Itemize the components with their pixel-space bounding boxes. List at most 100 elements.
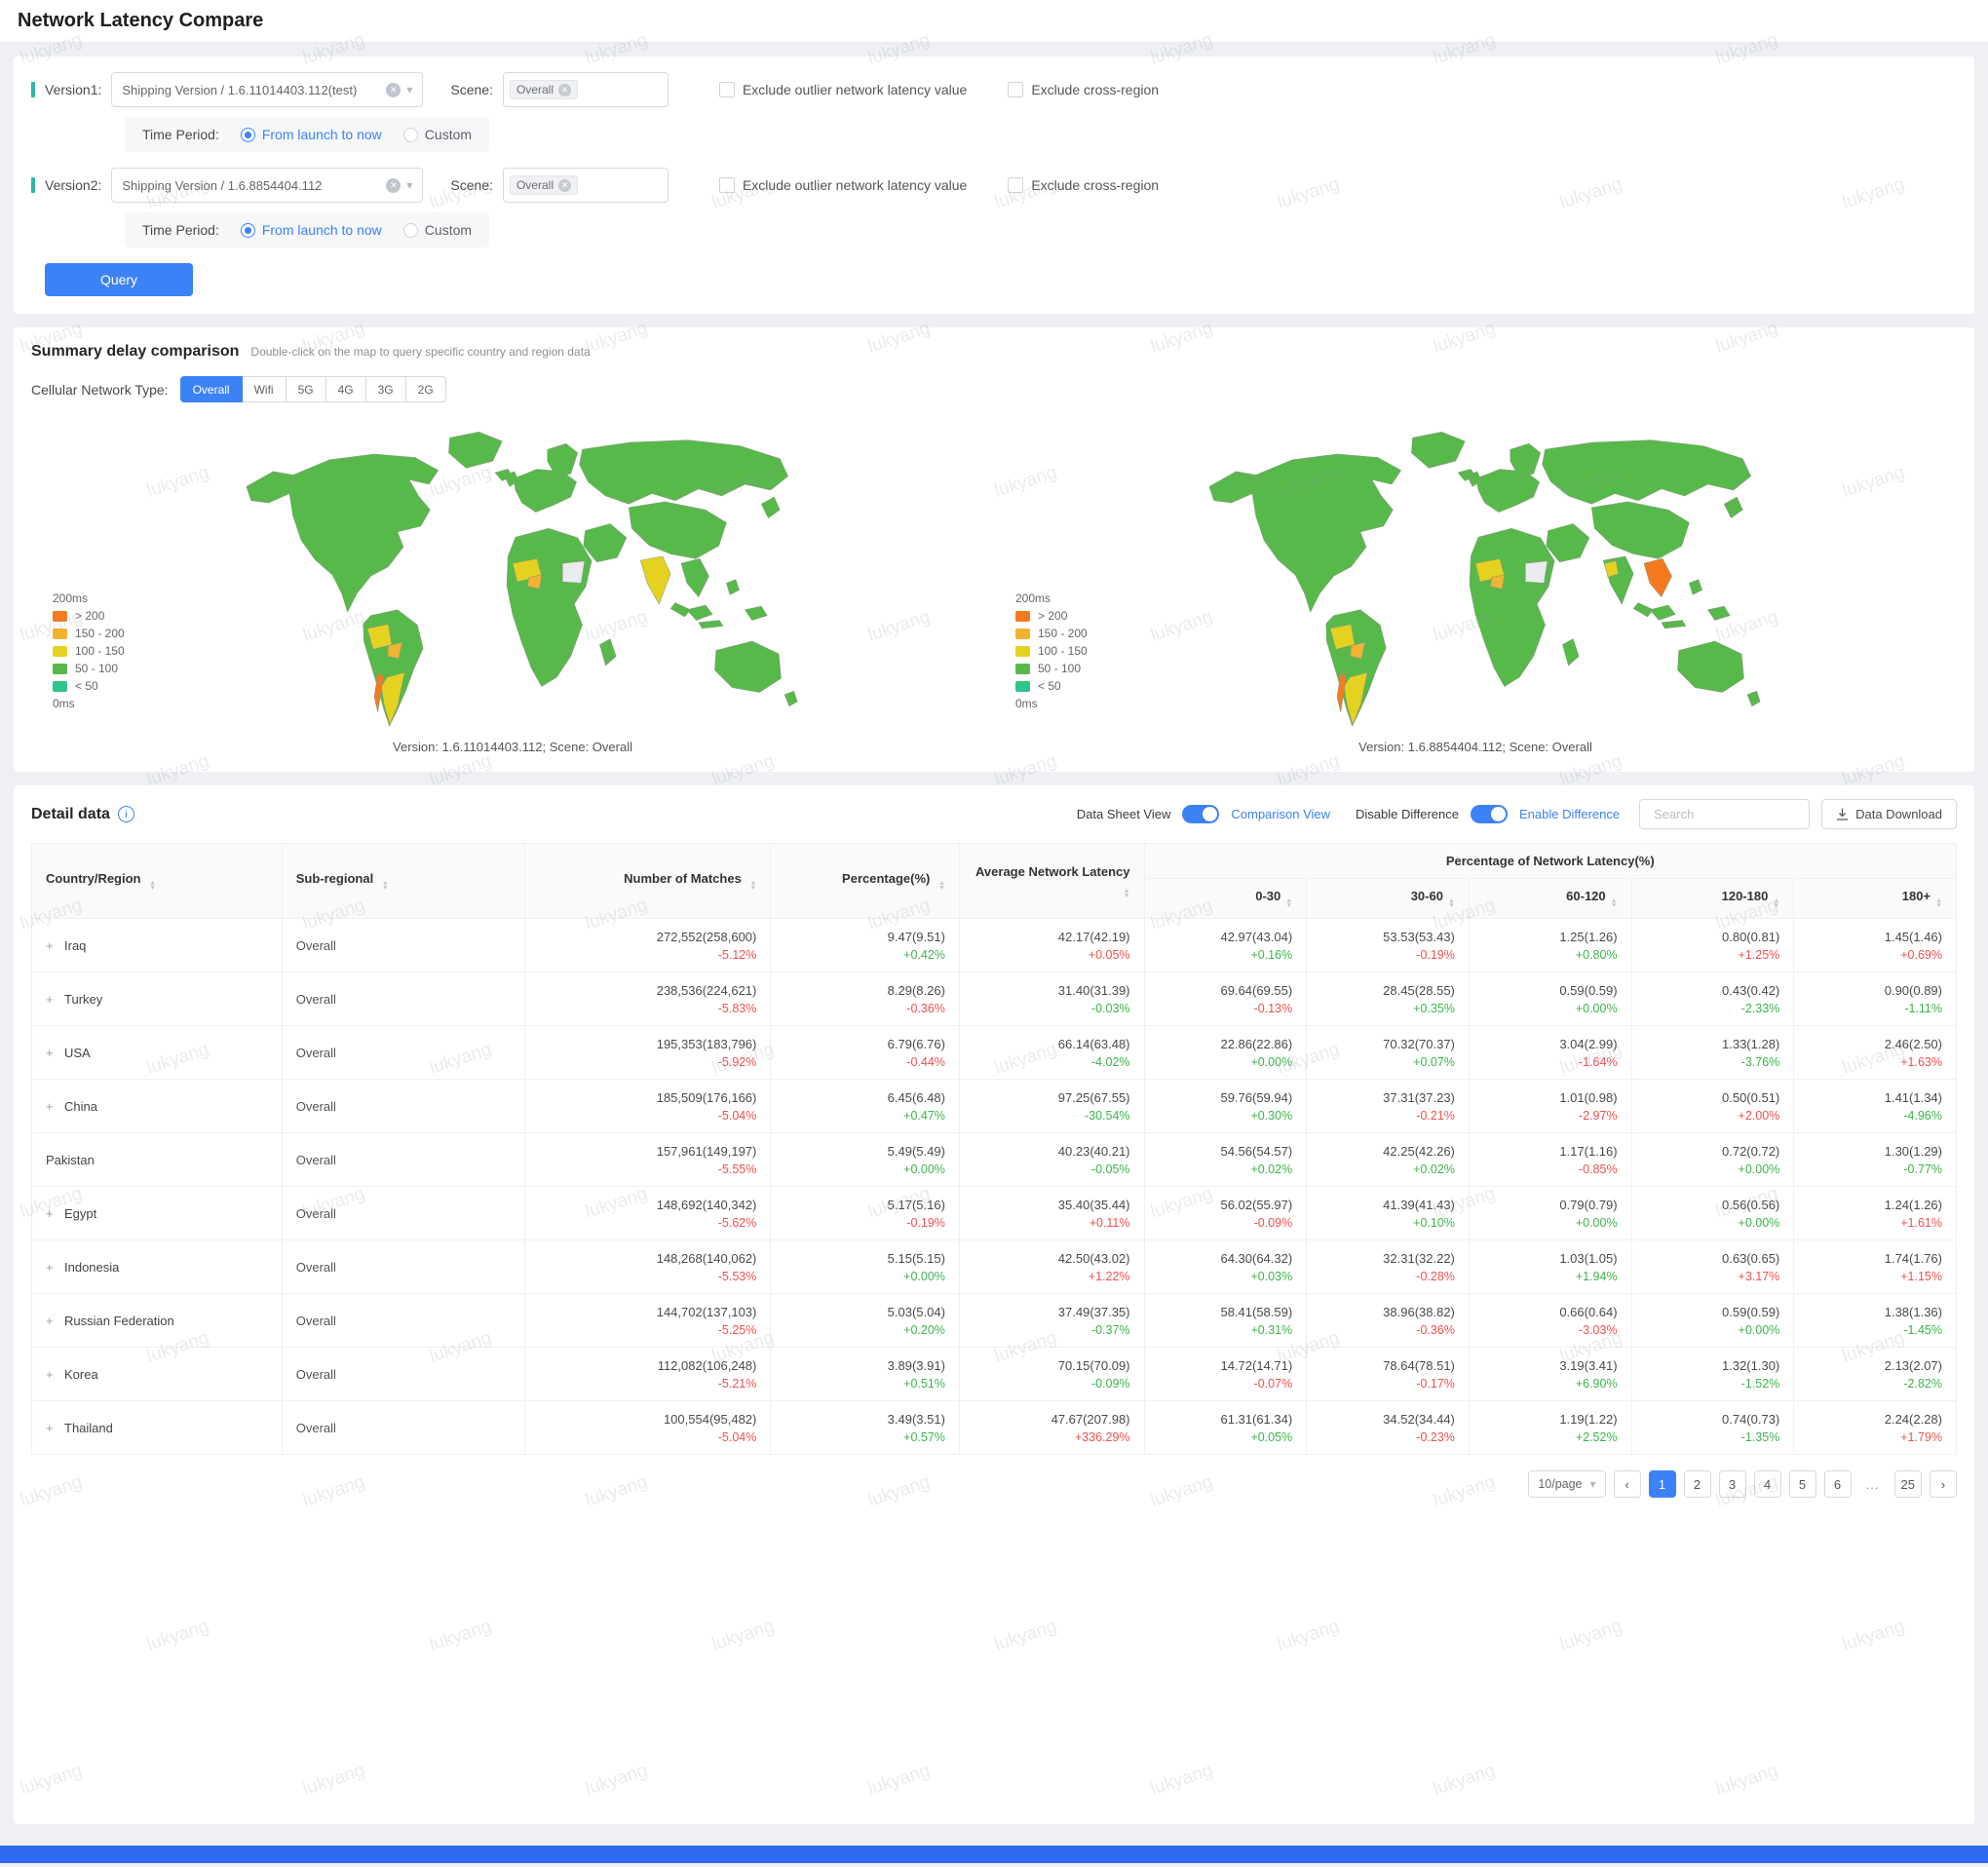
checkbox-icon[interactable] [719,82,735,97]
page-button-25[interactable]: 25 [1894,1470,1922,1498]
tag-close-icon[interactable]: ✕ [558,84,571,96]
col-country-header[interactable]: Country/Region ▲▼ [32,844,283,919]
view-toggle[interactable] [1182,805,1219,823]
page-button-3[interactable]: 3 [1719,1470,1746,1498]
network-type-3g[interactable]: 3G [365,376,406,402]
radio-from-launch-2[interactable]: From launch to now [241,222,382,238]
info-icon[interactable]: i [118,806,134,822]
exclude-outlier-checkbox-2[interactable]: Exclude outlier network latency value [719,177,967,193]
radio-icon[interactable] [403,128,418,142]
cell-diff: -0.05% [974,1162,1130,1176]
choropleth-map-2[interactable] [1002,418,1949,732]
legend-label: 100 - 150 [75,644,125,658]
expand-icon[interactable]: + [46,1421,56,1435]
expand-icon[interactable]: + [46,1206,56,1221]
cell-value: 6.79(6.76) [784,1037,945,1051]
col-bucket-0-30-header[interactable]: 0-30▲▼ [1144,879,1307,919]
sort-icon[interactable]: ▲▼ [149,881,156,891]
network-type-5g[interactable]: 5G [286,376,326,402]
col-avg-latency-header[interactable]: Average Network Latency ▲▼ [959,844,1144,919]
expand-icon[interactable]: + [46,1367,56,1382]
choropleth-map-1[interactable] [39,418,986,732]
value-cell: 61.31(61.34)+0.05% [1144,1401,1307,1455]
checkbox-icon[interactable] [1008,82,1023,97]
difference-toggle[interactable] [1471,805,1508,823]
sort-icon[interactable]: ▲▼ [382,881,389,891]
sort-icon[interactable]: ▲▼ [1935,898,1942,908]
radio-icon[interactable] [241,223,255,238]
map-version1[interactable]: 200ms> 200150 - 200100 - 15050 - 100< 50… [31,412,994,758]
search-box[interactable] [1639,799,1810,829]
expand-icon[interactable]: + [46,1099,56,1114]
expand-icon[interactable]: + [46,992,56,1007]
expand-icon[interactable]: + [46,938,56,953]
search-input[interactable] [1654,807,1825,821]
clear-icon[interactable]: ✕ [386,83,401,97]
sort-icon[interactable]: ▲▼ [1124,889,1130,898]
col-subregional-header[interactable]: Sub-regional ▲▼ [282,844,524,919]
checkbox-icon[interactable] [719,177,735,193]
value-cell: 1.30(1.29)-0.77% [1794,1133,1957,1187]
page-button-4[interactable]: 4 [1754,1470,1781,1498]
scene1-input[interactable]: Overall ✕ [503,72,669,107]
network-type-4g[interactable]: 4G [325,376,366,402]
sort-icon[interactable]: ▲▼ [1285,898,1292,908]
radio-icon[interactable] [241,128,255,142]
sort-icon[interactable]: ▲▼ [1611,898,1618,908]
radio-icon[interactable] [403,223,418,238]
value-cell: 1.74(1.76)+1.15% [1794,1240,1957,1294]
prev-page-button[interactable]: ‹ [1614,1470,1641,1498]
page-button-1[interactable]: 1 [1649,1470,1676,1498]
sort-icon[interactable]: ▲▼ [1448,898,1455,908]
radio-from-launch-1[interactable]: From launch to now [241,127,382,142]
col-matches-header[interactable]: Number of Matches ▲▼ [524,844,771,919]
network-type-wifi[interactable]: Wifi [242,376,287,402]
legend-swatch [53,611,67,622]
col-bucket-60-120-header[interactable]: 60-120▲▼ [1469,879,1631,919]
tag-close-icon[interactable]: ✕ [558,179,571,192]
map-version2[interactable]: 200ms> 200150 - 200100 - 15050 - 100< 50… [994,412,1957,758]
network-type-overall[interactable]: Overall [180,376,243,402]
cell-value: 9.47(9.51) [784,930,945,944]
value-cell: 0.59(0.59)+0.00% [1469,972,1631,1026]
value-cell: 0.63(0.65)+3.17% [1631,1240,1794,1294]
value-cell: 0.74(0.73)-1.35% [1631,1401,1794,1455]
table-row: +USAOverall195,353(183,796)-5.92%6.79(6.… [32,1026,1957,1080]
col-bucket-30-60-header[interactable]: 30-60▲▼ [1307,879,1470,919]
radio-custom-2[interactable]: Custom [403,222,472,238]
col-percentage-header[interactable]: Percentage(%) ▲▼ [771,844,960,919]
exclude-cross-region-checkbox-2[interactable]: Exclude cross-region [1008,177,1159,193]
page-button-2[interactable]: 2 [1684,1470,1711,1498]
version2-select[interactable]: Shipping Version / 1.6.8854404.112 ✕ ▾ [111,168,423,203]
exclude-cross-region-checkbox-1[interactable]: Exclude cross-region [1008,82,1159,97]
cell-value: 6.45(6.48) [784,1090,945,1105]
col-bucket-180+-header[interactable]: 180+▲▼ [1794,879,1957,919]
cell-diff: -0.09% [1159,1216,1293,1230]
page-button-6[interactable]: 6 [1824,1470,1852,1498]
sort-icon[interactable]: ▲▼ [938,881,945,891]
clear-icon[interactable]: ✕ [386,178,401,193]
checkbox-icon[interactable] [1008,177,1023,193]
network-type-2g[interactable]: 2G [405,376,446,402]
value-cell: 42.97(43.04)+0.16% [1144,919,1307,972]
sort-icon[interactable]: ▲▼ [749,881,756,891]
detail-title: Detail data [31,806,110,823]
col-bucket-120-180-header[interactable]: 120-180▲▼ [1631,879,1794,919]
page-size-select[interactable]: 10/page ▾ [1528,1470,1605,1498]
expand-icon[interactable]: + [46,1046,56,1060]
legend-label: 50 - 100 [1038,662,1081,675]
expand-icon[interactable]: + [46,1260,56,1275]
radio-custom-1[interactable]: Custom [403,127,472,142]
exclude-outlier-checkbox-1[interactable]: Exclude outlier network latency value [719,82,967,97]
version1-select[interactable]: Shipping Version / 1.6.11014403.112(test… [111,72,423,107]
page-ellipsis[interactable]: ... [1859,1470,1887,1498]
data-download-button[interactable]: Data Download [1821,799,1957,829]
next-page-button[interactable]: › [1930,1470,1957,1498]
scene2-input[interactable]: Overall ✕ [503,168,669,203]
sort-icon[interactable]: ▲▼ [1773,898,1779,908]
expand-icon[interactable]: + [46,1314,56,1328]
page-button-5[interactable]: 5 [1789,1470,1816,1498]
query-button[interactable]: Query [45,263,193,296]
data-download-label: Data Download [1855,807,1942,821]
comparison-view-label: Comparison View [1231,807,1330,821]
